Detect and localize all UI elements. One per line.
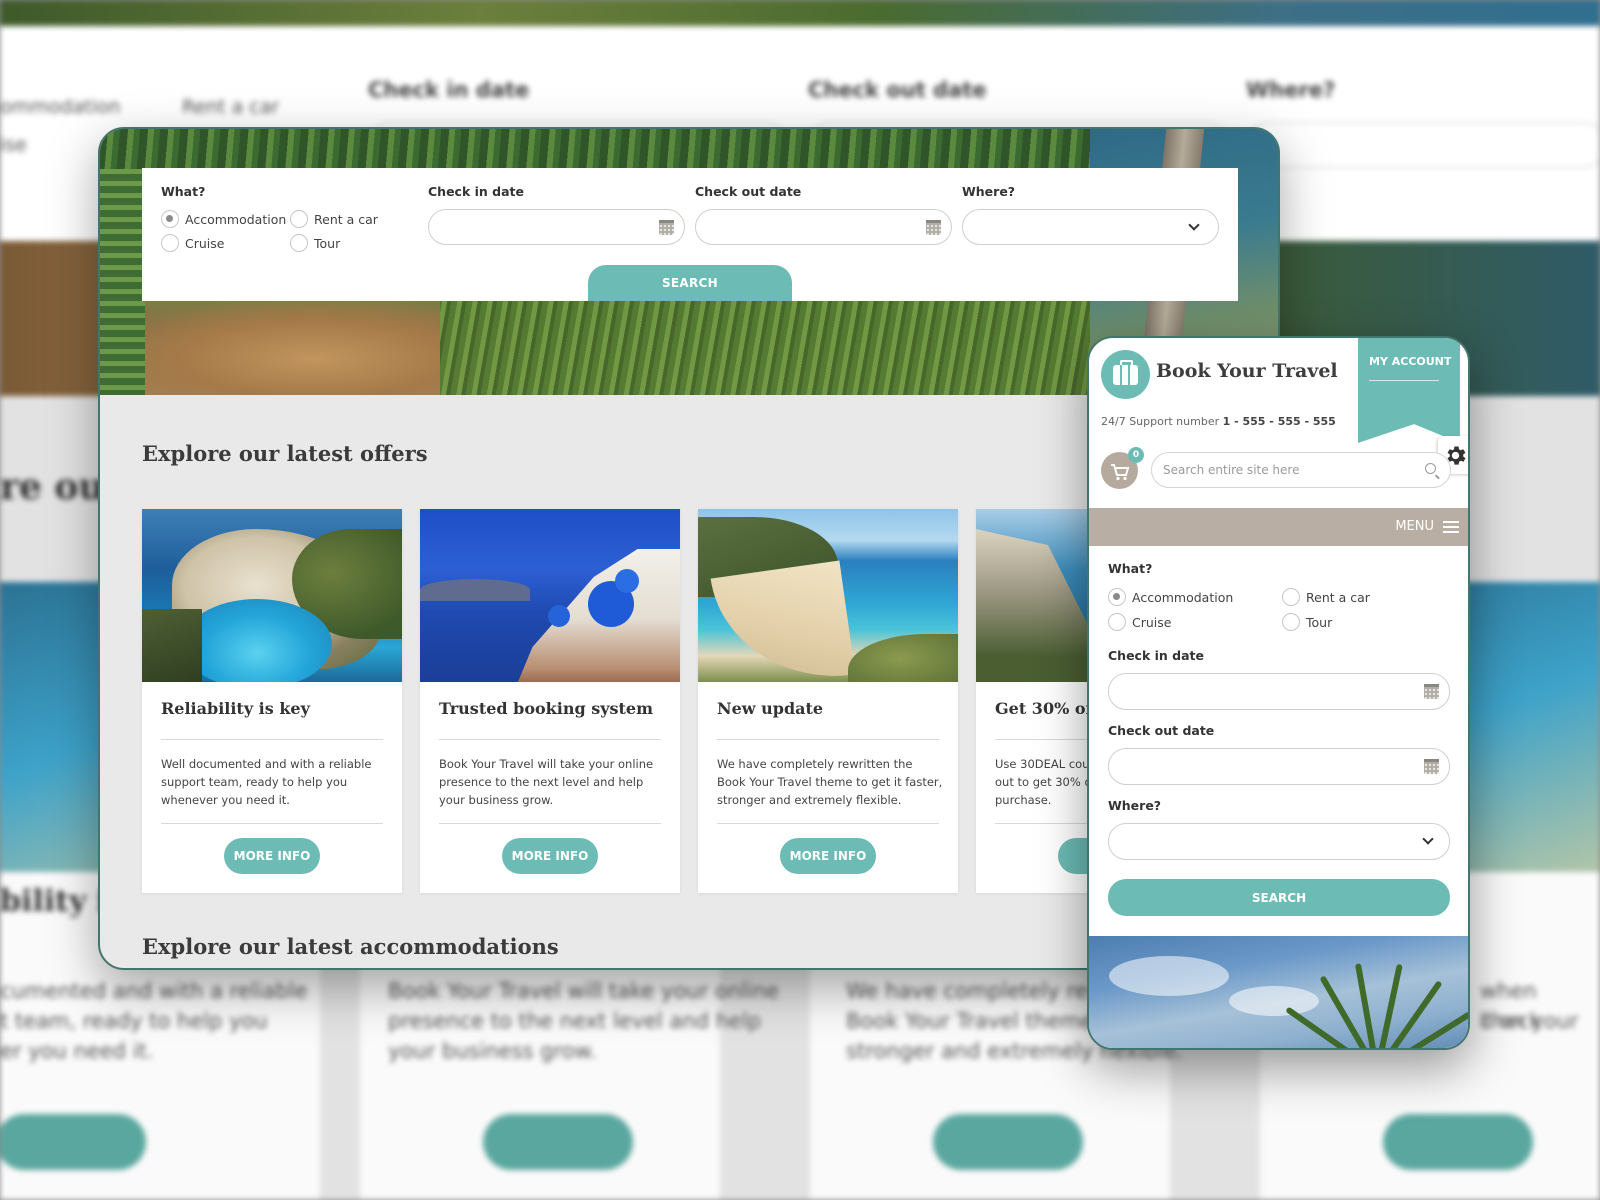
checkout-label: Check out date [1108, 723, 1215, 738]
my-account-link[interactable]: MY ACCOUNT [1369, 355, 1451, 368]
radio-label: Rent a car [314, 211, 378, 227]
bg-card-text: t team, ready to help you [0, 1009, 268, 1033]
where-select[interactable] [962, 209, 1219, 245]
radio-button[interactable] [1282, 613, 1300, 631]
offer-photo [698, 509, 958, 682]
support-phone: 1 - 555 - 555 - 555 [1222, 415, 1336, 428]
card-text: We have completely rewritten the Book Yo… [717, 757, 943, 807]
search-icon[interactable] [1425, 463, 1436, 474]
calendar-icon[interactable] [1424, 684, 1439, 699]
search-placeholder: Search entire site here [1163, 463, 1300, 477]
menu-label[interactable]: MENU [1395, 519, 1434, 534]
radio-tour[interactable]: Tour [290, 234, 340, 252]
radio-label: Tour [314, 235, 341, 251]
checkout-date-input[interactable] [1108, 748, 1450, 785]
radio-accommodation[interactable]: Accommodation [1108, 588, 1233, 606]
radio-button[interactable] [1108, 613, 1126, 631]
bg-card-text: your business grow. [388, 1039, 597, 1063]
radio-rent-a-car[interactable]: Rent a car [290, 210, 378, 228]
where-label: Where? [1108, 798, 1162, 813]
checkin-label: Check in date [428, 184, 524, 199]
radio-label: Tour [1306, 614, 1333, 630]
card-text: Book Your Travel will take your online p… [439, 757, 654, 807]
where-select[interactable] [1108, 823, 1450, 860]
bg-where-field [1246, 122, 1600, 168]
my-account-ribbon[interactable] [1358, 338, 1460, 443]
offers-section-title: Explore our latest offers [142, 441, 428, 466]
search-form: What? Accommodation Rent a car Cruise To… [142, 168, 1238, 301]
mobile-hero-image [1089, 936, 1468, 1048]
bg-card-text: cumented and with a reliable [0, 979, 308, 1003]
card-title: New update [717, 699, 824, 718]
card-title: Reliability is key [161, 699, 310, 718]
more-info-button[interactable]: MORE INFO [502, 838, 598, 874]
radio-accommodation[interactable]: Accommodation [161, 210, 286, 228]
bg-card-text: er you need it. [0, 1039, 154, 1063]
card-text: Well documented and with a reliable supp… [161, 757, 372, 807]
what-label: What? [161, 184, 206, 199]
bg-radio-cruise: ise [0, 134, 27, 156]
cart-button[interactable]: 0 [1101, 447, 1144, 489]
calendar-icon[interactable] [926, 220, 941, 235]
bg-checkout-label: Check out date [808, 78, 987, 102]
radio-button[interactable] [161, 210, 179, 228]
radio-button[interactable] [161, 234, 179, 252]
menu-bar[interactable]: MENU [1089, 508, 1468, 546]
bg-hero-strip [0, 0, 1600, 26]
radio-cruise[interactable]: Cruise [161, 234, 224, 252]
offer-photo [142, 509, 402, 682]
site-search-input[interactable]: Search entire site here [1151, 452, 1451, 488]
bg-where-label: Where? [1246, 78, 1336, 102]
bg-radio-rent: Rent a car [182, 96, 280, 118]
radio-button[interactable] [1108, 588, 1126, 606]
radio-rent-a-car[interactable]: Rent a car [1282, 588, 1370, 606]
offer-card: Trusted booking system Book Your Travel … [420, 509, 680, 893]
mobile-preview-window: Book Your Travel MY ACCOUNT 24/7 Support… [1087, 336, 1470, 1050]
where-label: Where? [962, 184, 1016, 199]
more-info-button[interactable]: MORE INFO [780, 838, 876, 874]
radio-button[interactable] [290, 210, 308, 228]
radio-cruise[interactable]: Cruise [1108, 613, 1171, 631]
radio-label: Accommodation [185, 211, 287, 227]
radio-button[interactable] [1282, 588, 1300, 606]
checkout-label: Check out date [695, 184, 802, 199]
radio-label: Cruise [1132, 614, 1172, 630]
radio-label: Rent a car [1306, 589, 1370, 605]
offer-photo [420, 509, 680, 682]
checkout-date-input[interactable] [695, 209, 952, 245]
offer-card: Reliability is key Well documented and w… [142, 509, 402, 893]
checkin-label: Check in date [1108, 648, 1204, 663]
radio-label: Cruise [185, 235, 225, 251]
hamburger-icon[interactable] [1443, 521, 1459, 533]
card-text: Use 30DEAL cou out to get 30% d purchase… [995, 757, 1092, 807]
card-title: Get 30% off [995, 699, 1099, 718]
radio-tour[interactable]: Tour [1282, 613, 1332, 631]
support-prefix: 24/7 Support number [1101, 415, 1220, 428]
radio-label: Accommodation [1132, 589, 1234, 605]
brand-name[interactable]: Book Your Travel [1156, 360, 1338, 382]
calendar-icon[interactable] [659, 220, 674, 235]
suitcase-logo-icon[interactable] [1101, 350, 1150, 399]
chevron-down-icon [1422, 833, 1434, 845]
card-title: Trusted booking system [439, 699, 654, 718]
calendar-icon[interactable] [1424, 759, 1439, 774]
what-label: What? [1108, 561, 1153, 576]
search-button[interactable]: SEARCH [1108, 879, 1450, 916]
checkin-date-input[interactable] [1108, 673, 1450, 710]
offer-card: New update We have completely rewritten … [698, 509, 958, 893]
bg-card-text: ll on your [1480, 1009, 1579, 1033]
cart-count-badge: 0 [1128, 447, 1144, 463]
accommodations-section-title: Explore our latest accommodations [142, 934, 559, 959]
checkin-date-input[interactable] [428, 209, 685, 245]
bg-card-text: presence to the next level and help [388, 1009, 762, 1033]
search-button[interactable]: SEARCH [588, 265, 792, 301]
bg-checkin-label: Check in date [368, 78, 530, 102]
chevron-down-icon [1188, 219, 1200, 231]
bg-radio-accommodation: ommodation [0, 96, 121, 118]
more-info-button[interactable]: MORE INFO [224, 838, 320, 874]
divider [1369, 380, 1439, 381]
bg-card-text: Book Your Travel will take your online [388, 979, 779, 1003]
support-number: 24/7 Support number 1 - 555 - 555 - 555 [1101, 415, 1336, 428]
radio-button[interactable] [290, 234, 308, 252]
